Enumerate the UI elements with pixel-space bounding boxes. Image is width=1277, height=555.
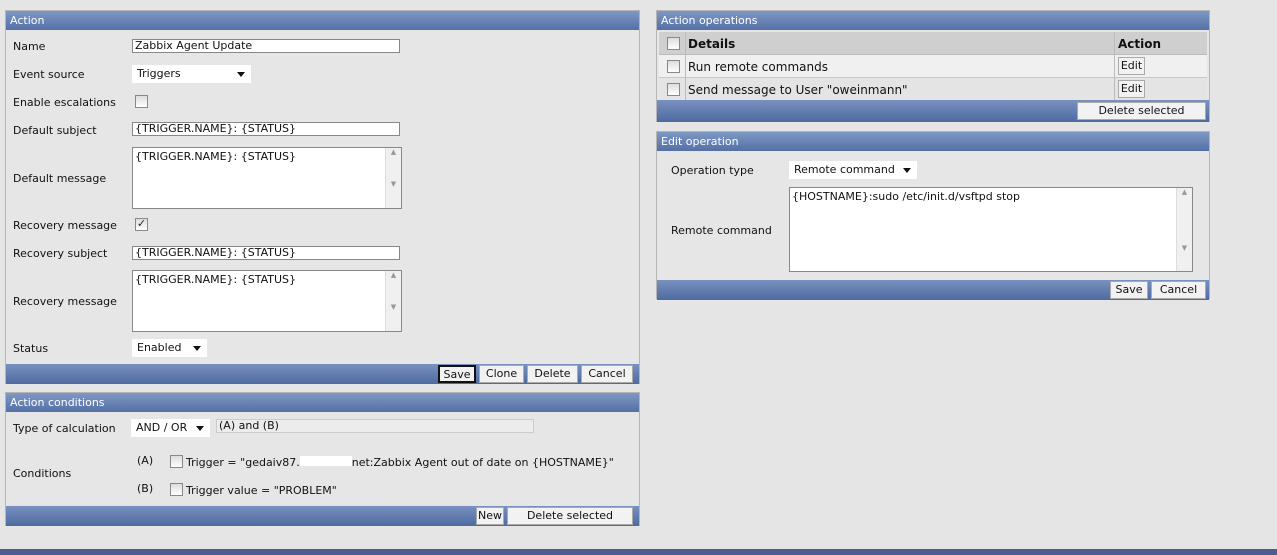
conditions-panel-title: Action conditions [6,393,639,412]
operation-details: Send message to User "oweinmann" [688,83,908,97]
column-divider [1114,32,1115,100]
chevron-down-icon [196,426,204,431]
edit-button[interactable]: Edit [1118,57,1145,75]
condition-a-text-start: Trigger = "gedaiv87. [186,456,300,469]
conditions-label: Conditions [13,467,72,480]
condition-b-checkbox[interactable] [170,483,183,496]
remote-command-textarea[interactable]: {HOSTNAME}:sudo /etc/init.d/vsftpd stop ▲… [789,187,1193,272]
new-condition-button[interactable]: New [476,507,504,525]
recovery-subject-label: Recovery subject [13,247,108,260]
chevron-down-icon [193,346,201,351]
enable-escalations-label: Enable escalations [13,96,116,109]
recovery-message-textarea[interactable]: {TRIGGER.NAME}: {STATUS} ▲ ▼ [132,270,402,332]
enable-escalations-checkbox[interactable] [135,95,148,108]
table-row: Run remote commands Edit [659,55,1207,78]
redacted-block [299,456,352,466]
bottom-bar [0,549,1277,555]
operations-table: Details Action Run remote commands Edit … [659,32,1207,100]
condition-a-text: Trigger = "gedaiv87. net:Zabbix Agent out… [186,456,614,469]
action-footer: Save Clone Delete Cancel [6,364,639,384]
default-message-label: Default message [13,172,107,185]
status-select[interactable]: Enabled [132,339,207,357]
save-button[interactable]: Save [438,365,476,383]
operation-type-label: Operation type [671,164,754,177]
scrollbar[interactable]: ▲ ▼ [1176,188,1192,271]
recovery-message-label: Recovery message [13,295,117,308]
scrollbar[interactable]: ▲ ▼ [385,148,401,208]
scrollbar[interactable]: ▲ ▼ [385,271,401,331]
name-label: Name [13,40,46,53]
condition-tag: (B) [137,482,154,495]
cancel-operation-button[interactable]: Cancel [1151,281,1206,299]
condition-tag: (A) [137,454,154,467]
event-source-select[interactable]: Triggers [132,65,251,83]
remote-command-value: {HOSTNAME}:sudo /etc/init.d/vsftpd stop [792,190,1021,203]
action-column-header: Action [1118,37,1162,51]
condition-a-checkbox[interactable] [170,455,183,468]
default-subject-label: Default subject [13,124,97,137]
operations-footer: Delete selected [657,100,1209,122]
conditions-panel: Action conditions Type of calculation AN… [5,392,640,526]
calc-formula-field: (A) and (B) [216,419,534,433]
operations-panel: Action operations Details Action Run rem… [656,10,1210,122]
edit-operation-footer: Save Cancel [657,280,1209,300]
operations-panel-title: Action operations [657,11,1209,30]
event-source-value: Triggers [137,67,181,80]
table-header: Details Action [659,32,1207,55]
cancel-button[interactable]: Cancel [581,365,633,383]
row-checkbox[interactable] [667,83,680,96]
chevron-down-icon [903,168,911,173]
event-source-label: Event source [13,68,85,81]
remote-command-label: Remote command [671,224,772,237]
edit-operation-title: Edit operation [657,132,1209,151]
row-checkbox[interactable] [667,60,680,73]
name-input[interactable]: Zabbix Agent Update [132,39,400,53]
recovery-message-value: {TRIGGER.NAME}: {STATUS} [135,273,297,286]
edit-button[interactable]: Edit [1118,80,1145,98]
column-divider [685,32,686,100]
table-row: Send message to User "oweinmann" Edit [659,78,1207,100]
calc-value: AND / OR [136,421,188,434]
status-value: Enabled [137,341,182,354]
action-panel-title: Action [6,11,639,30]
details-column-header: Details [688,37,736,51]
recovery-subject-input[interactable]: {TRIGGER.NAME}: {STATUS} [132,246,400,260]
action-panel: Action Name Zabbix Agent Update Event so… [5,10,640,384]
status-label: Status [13,342,49,355]
delete-selected-conditions-button[interactable]: Delete selected [507,507,633,525]
delete-selected-operations-button[interactable]: Delete selected [1077,102,1206,120]
calc-label: Type of calculation [13,422,116,435]
save-operation-button[interactable]: Save [1110,281,1148,299]
calc-select[interactable]: AND / OR [131,419,210,437]
recovery-message-checkbox[interactable]: ✓ [135,218,148,231]
condition-a-text-end: net:Zabbix Agent out of date on {HOSTNAM… [351,456,614,469]
select-all-checkbox[interactable] [667,37,680,50]
conditions-footer: New Delete selected [6,506,639,526]
recovery-message-checkbox-label: Recovery message [13,219,117,232]
clone-button[interactable]: Clone [479,365,524,383]
edit-operation-panel: Edit operation Operation type Remote com… [656,131,1210,300]
default-message-value: {TRIGGER.NAME}: {STATUS} [135,150,297,163]
delete-button[interactable]: Delete [527,365,578,383]
operation-details: Run remote commands [688,60,828,74]
condition-b-text: Trigger value = "PROBLEM" [186,484,337,497]
operation-type-value: Remote command [794,163,895,176]
chevron-down-icon [237,72,245,77]
default-message-textarea[interactable]: {TRIGGER.NAME}: {STATUS} ▲ ▼ [132,147,402,209]
operation-type-select[interactable]: Remote command [789,161,917,179]
default-subject-input[interactable]: {TRIGGER.NAME}: {STATUS} [132,122,400,136]
